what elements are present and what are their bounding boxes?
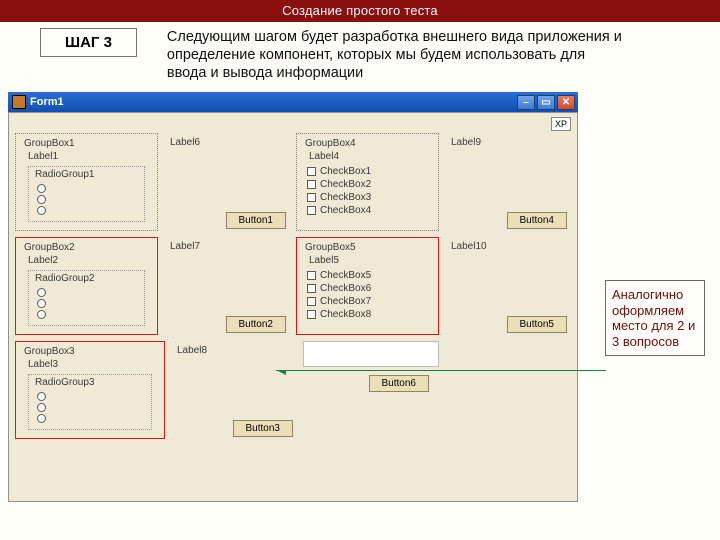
radiogroup-3: RadioGroup3 <box>28 374 152 430</box>
checkbox-row[interactable]: CheckBox8 <box>307 309 432 320</box>
groupbox-caption: GroupBox3 <box>24 346 158 357</box>
label: Label2 <box>28 255 151 266</box>
top-row: ШАГ 3 Следующим шагом будет разработка в… <box>0 22 720 86</box>
radio-item[interactable] <box>37 299 140 308</box>
button-3[interactable]: Button3 <box>233 420 293 437</box>
annotation-text: Аналогично оформляем место для 2 и 3 воп… <box>605 280 705 356</box>
checkbox-row[interactable]: CheckBox5 <box>307 270 432 281</box>
side-panel-5: Label10 Button5 <box>445 237 571 335</box>
radiogroup-caption: RadioGroup3 <box>35 377 147 388</box>
radio-item[interactable] <box>37 206 140 215</box>
annotation: Аналогично оформляем место для 2 и 3 воп… <box>605 280 705 356</box>
maximize-button[interactable]: ▭ <box>537 95 555 110</box>
step-description: Следующим шагом будет разработка внешнег… <box>167 28 627 82</box>
app-icon <box>12 95 26 109</box>
side-panel-3: Label8 Button3 <box>171 341 297 439</box>
button-6[interactable]: Button6 <box>369 375 429 392</box>
radio-item[interactable] <box>37 310 140 319</box>
radio-item[interactable] <box>37 392 147 401</box>
close-button[interactable]: ✕ <box>557 95 575 110</box>
radiogroup-caption: RadioGroup2 <box>35 273 140 284</box>
designer-window: Form1 – ▭ ✕ XP GroupBox1 Label1 RadioGro… <box>8 92 578 502</box>
checkbox-row[interactable]: CheckBox1 <box>307 166 432 177</box>
side-label: Label7 <box>170 241 288 252</box>
side-panel-2: Label7 Button2 <box>164 237 290 335</box>
radio-item[interactable] <box>37 414 147 423</box>
groupbox-5: GroupBox5 Label5 CheckBox5 CheckBox6 Che… <box>296 237 439 335</box>
checkbox-row[interactable]: CheckBox7 <box>307 296 432 307</box>
minimize-button[interactable]: – <box>517 95 535 110</box>
checkbox-row[interactable]: CheckBox3 <box>307 192 432 203</box>
side-panel-1: Label6 Button1 <box>164 133 290 231</box>
page-banner: Создание простого теста <box>0 0 720 22</box>
groupbox-caption: GroupBox4 <box>305 138 432 149</box>
radio-item[interactable] <box>37 184 140 193</box>
side-label: Label8 <box>177 345 295 356</box>
form-body: XP GroupBox1 Label1 RadioGroup1 Label6 B <box>8 112 578 502</box>
radio-item[interactable] <box>37 195 140 204</box>
window-title: Form1 <box>30 96 64 108</box>
checkbox-row[interactable]: CheckBox2 <box>307 179 432 190</box>
groupbox-4: GroupBox4 Label4 CheckBox1 CheckBox2 Che… <box>296 133 439 231</box>
label: Label4 <box>309 151 432 162</box>
radio-item[interactable] <box>37 403 147 412</box>
step-box: ШАГ 3 <box>40 28 137 57</box>
groupbox-1: GroupBox1 Label1 RadioGroup1 <box>15 133 158 231</box>
groupbox-3: GroupBox3 Label3 RadioGroup3 <box>15 341 165 439</box>
groupbox-2: GroupBox2 Label2 RadioGroup2 <box>15 237 158 335</box>
side-label: Label6 <box>170 137 288 148</box>
radiogroup-caption: RadioGroup1 <box>35 169 140 180</box>
radiogroup-1: RadioGroup1 <box>28 166 145 222</box>
groupbox-caption: GroupBox1 <box>24 138 151 149</box>
radio-item[interactable] <box>37 288 140 297</box>
label: Label5 <box>309 255 432 266</box>
groupbox-caption: GroupBox5 <box>305 242 432 253</box>
button-4[interactable]: Button4 <box>507 212 567 229</box>
label: Label3 <box>28 359 158 370</box>
button-1[interactable]: Button1 <box>226 212 286 229</box>
label: Label1 <box>28 151 151 162</box>
xp-badge: XP <box>551 117 571 131</box>
button-5[interactable]: Button5 <box>507 316 567 333</box>
checkbox-row[interactable]: CheckBox4 <box>307 205 432 216</box>
blank-panel <box>303 341 439 367</box>
side-panel-4: Label9 Button4 <box>445 133 571 231</box>
groupbox-caption: GroupBox2 <box>24 242 151 253</box>
side-label: Label10 <box>451 241 569 252</box>
side-label: Label9 <box>451 137 569 148</box>
titlebar: Form1 – ▭ ✕ <box>8 92 578 112</box>
checkbox-row[interactable]: CheckBox6 <box>307 283 432 294</box>
button-2[interactable]: Button2 <box>226 316 286 333</box>
radiogroup-2: RadioGroup2 <box>28 270 145 326</box>
